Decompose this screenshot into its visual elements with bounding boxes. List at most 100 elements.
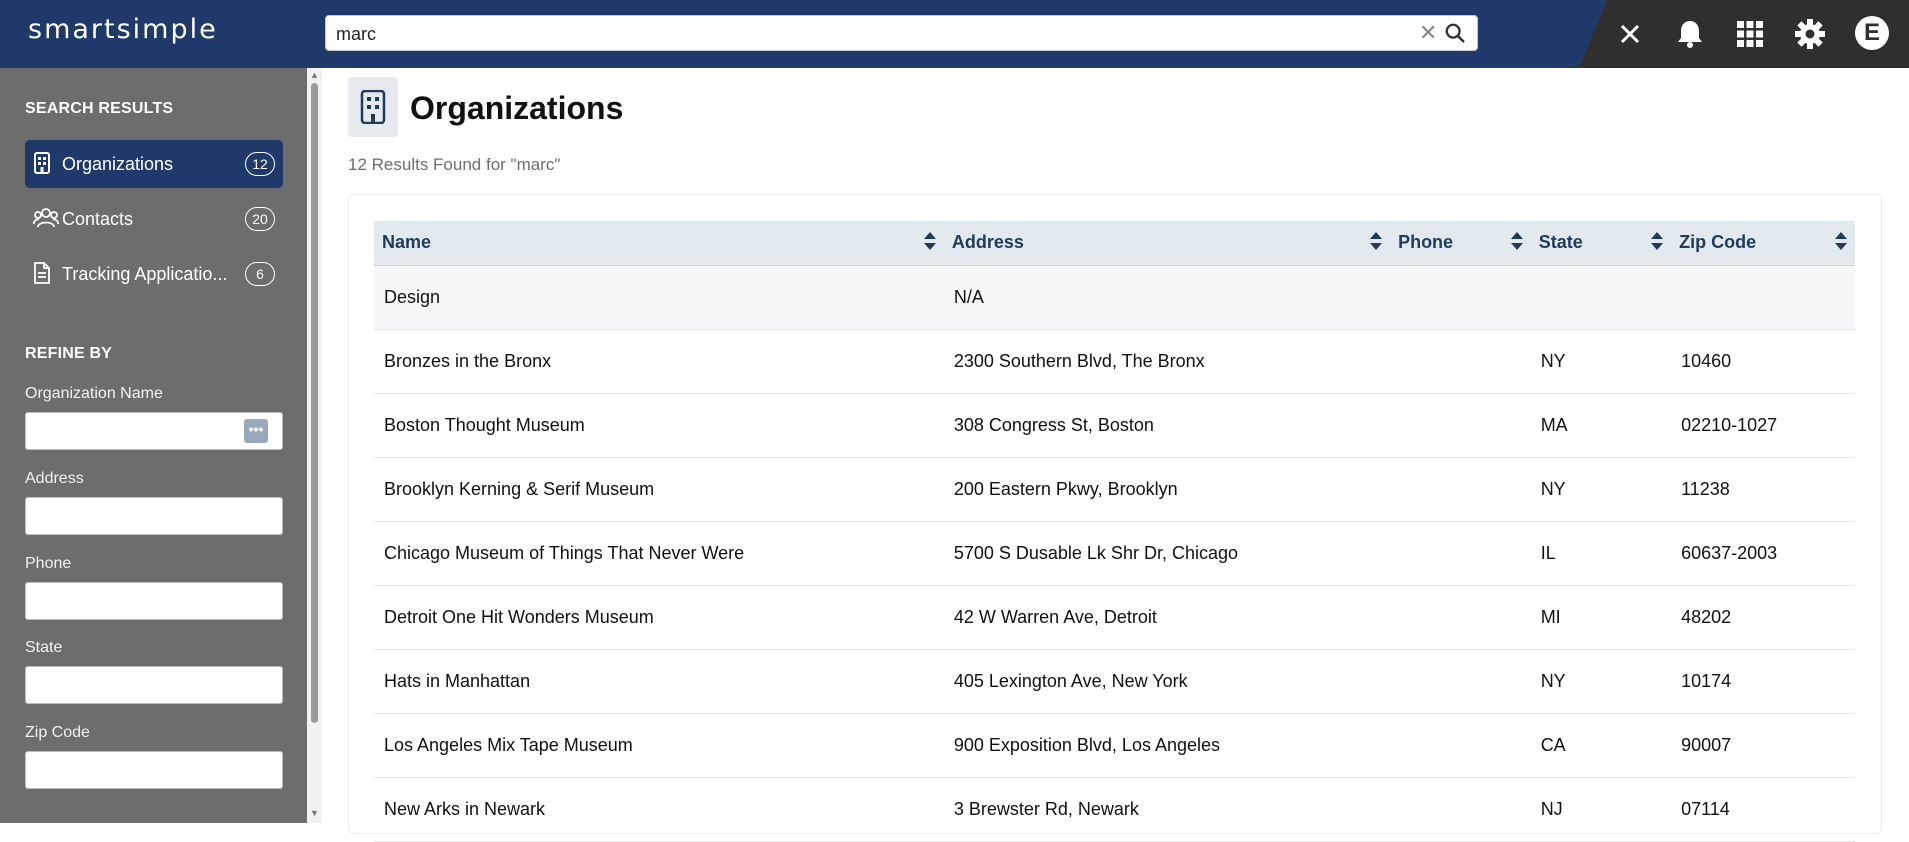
organization-name-field[interactable]: ••• bbox=[25, 412, 283, 450]
close-icon[interactable] bbox=[1611, 15, 1649, 53]
cell-phone bbox=[1390, 457, 1531, 522]
count-badge: 6 bbox=[245, 262, 275, 286]
table-row[interactable]: Boston Thought Museum 308 Congress St, B… bbox=[374, 393, 1855, 458]
user-avatar[interactable]: E bbox=[1855, 16, 1889, 50]
table-row[interactable]: Hats in Manhattan 405 Lexington Ave, New… bbox=[374, 649, 1855, 714]
search-results-heading: SEARCH RESULTS bbox=[25, 100, 174, 117]
sidebar-item-contacts[interactable]: Contacts 20 bbox=[25, 195, 283, 243]
sidebar: SEARCH RESULTS Organizations 12 Contacts… bbox=[0, 68, 307, 823]
cell-phone bbox=[1390, 393, 1531, 458]
cell-name[interactable]: Brooklyn Kerning & Serif Museum bbox=[374, 457, 944, 522]
search-icon[interactable] bbox=[1444, 22, 1466, 49]
app-logo[interactable]: smartsimple bbox=[28, 14, 218, 45]
cell-address: 200 Eastern Pkwy, Brooklyn bbox=[943, 457, 1391, 522]
column-label: Name bbox=[382, 232, 432, 253]
sort-icon[interactable] bbox=[1510, 232, 1523, 255]
cell-zip-code: 10174 bbox=[1671, 649, 1855, 714]
sort-icon[interactable] bbox=[1835, 232, 1847, 255]
cell-name[interactable]: Bronzes in the Bronx bbox=[374, 329, 944, 394]
sidebar-item-tracking-applications[interactable]: Tracking Applicatio... 6 bbox=[25, 250, 283, 298]
column-label: Zip Code bbox=[1679, 232, 1757, 253]
cell-state: IL bbox=[1530, 521, 1672, 586]
cell-state: MA bbox=[1530, 393, 1672, 458]
cell-phone bbox=[1390, 265, 1531, 330]
zip-code-field[interactable] bbox=[25, 751, 283, 789]
cell-address: 2300 Southern Blvd, The Bronx bbox=[943, 329, 1391, 394]
table-row[interactable]: Brooklyn Kerning & Serif Museum 200 East… bbox=[374, 457, 1855, 522]
cell-state: NY bbox=[1530, 649, 1672, 714]
cell-name[interactable]: New Arks in Newark bbox=[374, 777, 944, 842]
building-icon bbox=[348, 77, 398, 137]
address-label: Address bbox=[25, 470, 84, 487]
sidebar-item-label: Tracking Applicatio... bbox=[62, 264, 228, 284]
table-row[interactable]: New Arks in Newark 3 Brewster Rd, Newark… bbox=[374, 777, 1855, 842]
sidebar-item-label: Contacts bbox=[62, 209, 134, 229]
cell-state: MI bbox=[1530, 585, 1672, 650]
phone-field[interactable] bbox=[25, 582, 283, 620]
sidebar-scrollbar[interactable]: ▲ ▼ bbox=[307, 68, 322, 823]
building-icon bbox=[33, 152, 51, 179]
column-header-phone[interactable]: Phone bbox=[1390, 221, 1531, 266]
column-label: Address bbox=[951, 232, 1024, 253]
table-row[interactable]: Los Angeles Mix Tape Museum 900 Expositi… bbox=[374, 713, 1855, 778]
global-search[interactable]: ✕ bbox=[325, 15, 1478, 52]
cell-zip-code bbox=[1671, 265, 1855, 330]
more-options-icon[interactable]: ••• bbox=[244, 419, 268, 443]
document-icon bbox=[33, 262, 51, 289]
scroll-up-arrow[interactable]: ▲ bbox=[310, 70, 319, 80]
table-row[interactable]: Chicago Museum of Things That Never Were… bbox=[374, 521, 1855, 586]
cell-state: NY bbox=[1530, 329, 1672, 394]
column-header-address[interactable]: Address bbox=[943, 221, 1391, 266]
table-header-row: Name Address Phone State Zip Code bbox=[374, 221, 1855, 266]
sort-icon[interactable] bbox=[923, 232, 936, 255]
bell-icon[interactable] bbox=[1671, 15, 1709, 53]
cell-name[interactable]: Boston Thought Museum bbox=[374, 393, 944, 458]
column-header-name[interactable]: Name bbox=[374, 221, 944, 266]
apps-grid-icon[interactable] bbox=[1731, 15, 1769, 53]
sort-icon[interactable] bbox=[1370, 232, 1383, 255]
cell-zip-code: 90007 bbox=[1671, 713, 1855, 778]
scroll-thumb[interactable] bbox=[311, 83, 318, 723]
sort-icon[interactable] bbox=[1651, 232, 1664, 255]
cell-name[interactable]: Design bbox=[374, 265, 944, 330]
zip-code-label: Zip Code bbox=[25, 724, 90, 741]
sidebar-item-organizations[interactable]: Organizations 12 bbox=[25, 140, 283, 188]
cell-state: NY bbox=[1530, 457, 1672, 522]
cell-name[interactable]: Los Angeles Mix Tape Museum bbox=[374, 713, 944, 778]
cell-phone bbox=[1390, 521, 1531, 586]
cell-phone bbox=[1390, 585, 1531, 650]
cell-name[interactable]: Hats in Manhattan bbox=[374, 649, 944, 714]
table-row[interactable]: Bronzes in the Bronx 2300 Southern Blvd,… bbox=[374, 329, 1855, 394]
state-field[interactable] bbox=[25, 666, 283, 704]
phone-label: Phone bbox=[25, 555, 72, 572]
table-row[interactable]: Detroit One Hit Wonders Museum 42 W Warr… bbox=[374, 585, 1855, 650]
scroll-down-arrow[interactable]: ▼ bbox=[310, 808, 319, 818]
top-bar: smartsimple ✕ E bbox=[0, 0, 1909, 68]
search-input[interactable] bbox=[334, 16, 1398, 52]
cell-zip-code: 48202 bbox=[1671, 585, 1855, 650]
cell-address: N/A bbox=[943, 265, 1391, 330]
table-row[interactable]: Design N/A bbox=[374, 265, 1855, 330]
count-badge: 12 bbox=[245, 152, 275, 176]
column-header-state[interactable]: State bbox=[1530, 221, 1672, 266]
column-header-zip-code[interactable]: Zip Code bbox=[1671, 221, 1855, 266]
gear-icon[interactable] bbox=[1791, 15, 1829, 53]
cell-zip-code: 02210-1027 bbox=[1671, 393, 1855, 458]
clear-search-icon[interactable]: ✕ bbox=[1419, 20, 1437, 46]
cell-zip-code: 10460 bbox=[1671, 329, 1855, 394]
cell-phone bbox=[1390, 649, 1531, 714]
cell-phone bbox=[1390, 329, 1531, 394]
refine-by-heading: REFINE BY bbox=[25, 345, 113, 362]
cell-zip-code: 11238 bbox=[1671, 457, 1855, 522]
cell-address: 308 Congress St, Boston bbox=[943, 393, 1391, 458]
sidebar-item-label: Organizations bbox=[62, 154, 174, 174]
cell-state: NJ bbox=[1530, 777, 1672, 842]
cell-address: 42 W Warren Ave, Detroit bbox=[943, 585, 1391, 650]
cell-state: CA bbox=[1530, 713, 1672, 778]
cell-name[interactable]: Detroit One Hit Wonders Museum bbox=[374, 585, 944, 650]
organization-name-label: Organization Name bbox=[25, 385, 163, 402]
results-table: Name Address Phone State Zip Code Design… bbox=[374, 221, 1855, 842]
address-field[interactable] bbox=[25, 497, 283, 535]
cell-address: 900 Exposition Blvd, Los Angeles bbox=[943, 713, 1391, 778]
cell-name[interactable]: Chicago Museum of Things That Never Were bbox=[374, 521, 944, 586]
